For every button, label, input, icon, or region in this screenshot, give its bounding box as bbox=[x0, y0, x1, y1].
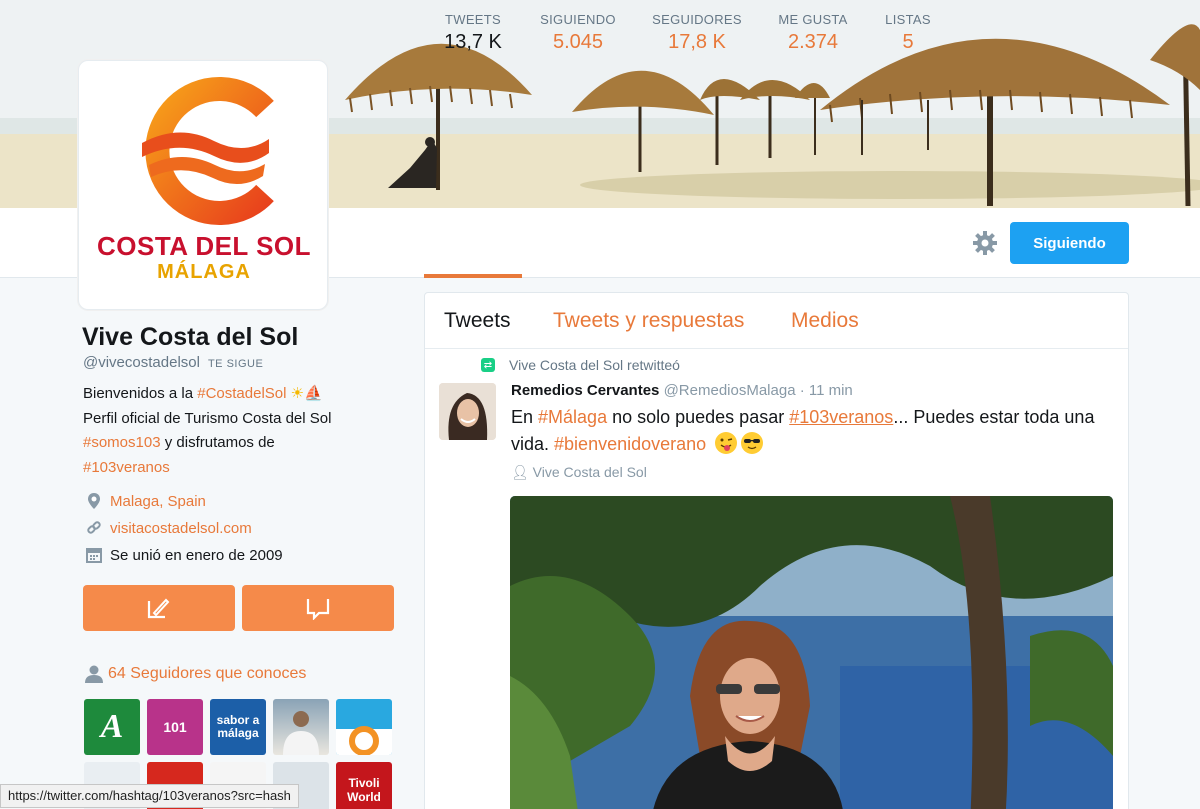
profile-avatar[interactable]: COSTA DEL SOL MÁLAGA bbox=[78, 60, 328, 310]
follower-avatar[interactable]: 101 bbox=[147, 699, 203, 755]
tongue-wink-emoji-icon bbox=[715, 432, 738, 454]
stat-value: 2.374 bbox=[787, 31, 839, 53]
person-icon bbox=[85, 665, 103, 683]
stat-value: 5 bbox=[902, 31, 914, 53]
hashtag-link[interactable]: #CostadelSol bbox=[197, 385, 286, 402]
tweet-author-avatar[interactable] bbox=[439, 383, 496, 440]
website-row: visitacostadelsol.com bbox=[84, 519, 252, 537]
follower-avatar[interactable] bbox=[336, 699, 392, 755]
follower-avatar[interactable] bbox=[273, 699, 329, 755]
profile-bio: Bienvenidos a la #CostadelSol ☀⛵ Perfil … bbox=[83, 382, 383, 480]
stat-label: TWEETS bbox=[445, 12, 501, 27]
stat-followers[interactable]: SEGUIDORES 17,8 K bbox=[644, 12, 750, 54]
logo-text-line1: COSTA DEL SOL bbox=[96, 231, 312, 261]
tweet-author-name[interactable]: Remedios Cervantes bbox=[511, 382, 659, 399]
costa-del-sol-logo-icon bbox=[142, 77, 274, 225]
hashtag-link[interactable]: #bienvenidoverano bbox=[554, 434, 706, 454]
location-row: Malaga, Spain bbox=[84, 492, 206, 510]
following-button[interactable]: Siguiendo bbox=[1010, 222, 1129, 264]
tweet-author-handle[interactable]: @RemediosMalaga bbox=[664, 382, 796, 399]
follower-avatar[interactable]: sabor a málaga bbox=[210, 699, 266, 755]
profile-name[interactable]: Vive Costa del Sol bbox=[82, 323, 298, 352]
hashtag-link[interactable]: #somos103 bbox=[83, 434, 161, 451]
message-button[interactable] bbox=[242, 585, 394, 631]
stat-following[interactable]: SIGUIENDO 5.045 bbox=[532, 12, 624, 54]
profile-handle[interactable]: @vivecostadelsol bbox=[83, 354, 200, 371]
stat-likes[interactable]: ME GUSTA 2.374 bbox=[770, 12, 856, 54]
stat-value: 17,8 K bbox=[668, 31, 726, 53]
profile-handle-row: @vivecostadelsol TE SIGUE bbox=[83, 354, 263, 371]
logo-text-line2: MÁLAGA bbox=[157, 261, 251, 283]
website-link[interactable]: visitacostadelsol.com bbox=[110, 520, 252, 537]
tweet-header: Remedios Cervantes @RemediosMalaga · 11 … bbox=[511, 382, 853, 399]
tab-tweets-and-replies[interactable]: Tweets y respuestas bbox=[553, 309, 744, 333]
stat-label: SEGUIDORES bbox=[652, 12, 742, 27]
active-stat-underline bbox=[424, 274, 522, 278]
follows-you-badge: TE SIGUE bbox=[207, 358, 264, 370]
tab-media[interactable]: Medios bbox=[791, 309, 859, 333]
tagged-user-name[interactable]: Vive Costa del Sol bbox=[533, 464, 647, 480]
link-icon bbox=[87, 521, 101, 534]
timeline-card: Tweets Tweets y respuestas Medios ⇄ Vive… bbox=[424, 292, 1129, 809]
stat-value: 5.045 bbox=[552, 31, 604, 53]
follower-avatar[interactable]: A bbox=[84, 699, 140, 755]
person-icon: 👤︎ bbox=[511, 464, 529, 480]
stat-lists[interactable]: LISTAS 5 bbox=[876, 12, 940, 54]
woman-by-sea-photo bbox=[510, 496, 1113, 809]
hashtag-link[interactable]: #Málaga bbox=[538, 407, 607, 427]
browser-status-bar: https://twitter.com/hashtag/103veranos?s… bbox=[0, 784, 299, 808]
bio-text: y disfrutamos de bbox=[160, 434, 275, 451]
hashtag-link[interactable]: #103veranos bbox=[789, 407, 893, 427]
message-icon bbox=[306, 599, 330, 620]
stat-label: LISTAS bbox=[885, 12, 931, 27]
stat-value: 13,7 K bbox=[444, 31, 502, 53]
location-link[interactable]: Malaga, Spain bbox=[110, 493, 206, 510]
joined-date: Se unió en enero de 2009 bbox=[110, 546, 283, 564]
sun-emoji-icon: ☀ bbox=[290, 385, 305, 402]
hashtag-link[interactable]: #103veranos bbox=[83, 459, 170, 476]
stat-label: ME GUSTA bbox=[778, 12, 848, 27]
follower-avatar-text: A bbox=[100, 708, 124, 745]
retweet-icon: ⇄ bbox=[481, 358, 495, 372]
settings-gear-icon[interactable] bbox=[972, 230, 998, 256]
tweet-text-part: no solo puedes pasar bbox=[607, 407, 790, 427]
retweet-context: ⇄ Vive Costa del Sol retwitteó bbox=[481, 357, 680, 373]
person-photo bbox=[283, 711, 319, 755]
retweeted-by-text[interactable]: Vive Costa del Sol retwitteó bbox=[509, 357, 680, 373]
follower-avatar-text: sabor a málaga bbox=[216, 713, 260, 740]
follower-logo-icon bbox=[336, 726, 392, 755]
tab-tweets[interactable]: Tweets bbox=[444, 309, 511, 333]
tweet-photo[interactable] bbox=[510, 496, 1113, 809]
followers-you-know-label: 64 Seguidores que conoces bbox=[108, 665, 307, 682]
tweet-text-part: En bbox=[511, 407, 539, 427]
tweet-to-icon bbox=[147, 598, 170, 619]
author-photo bbox=[439, 383, 496, 440]
follower-avatar-text: 101 bbox=[163, 719, 187, 735]
stat-label: SIGUIENDO bbox=[540, 12, 616, 27]
stat-tweets[interactable]: TWEETS 13,7 K bbox=[424, 12, 522, 54]
sailboat-emoji-icon: ⛵ bbox=[304, 385, 323, 402]
follower-avatar[interactable]: Tivoli World bbox=[336, 762, 392, 809]
calendar-icon bbox=[86, 548, 102, 563]
tweet-timestamp[interactable]: · 11 min bbox=[800, 382, 853, 399]
timeline-tabs: Tweets Tweets y respuestas Medios bbox=[425, 293, 1128, 349]
bio-text: Perfil oficial de Turismo Costa del Sol bbox=[83, 409, 332, 427]
tagged-user-row: 👤︎ Vive Costa del Sol bbox=[511, 464, 647, 481]
tweet-to-button[interactable] bbox=[83, 585, 235, 631]
joined-row: Se unió en enero de 2009 bbox=[84, 546, 283, 564]
bio-text: Bienvenidos a la bbox=[83, 385, 198, 402]
tweet-text: En #Málaga no solo puedes pasar #103vera… bbox=[511, 404, 1111, 458]
follower-avatar-text: Tivoli World bbox=[347, 776, 381, 804]
location-pin-icon bbox=[88, 493, 100, 509]
followers-you-know-link[interactable]: 64 Seguidores que conoces bbox=[84, 664, 306, 684]
sunglasses-emoji-icon bbox=[741, 432, 764, 454]
